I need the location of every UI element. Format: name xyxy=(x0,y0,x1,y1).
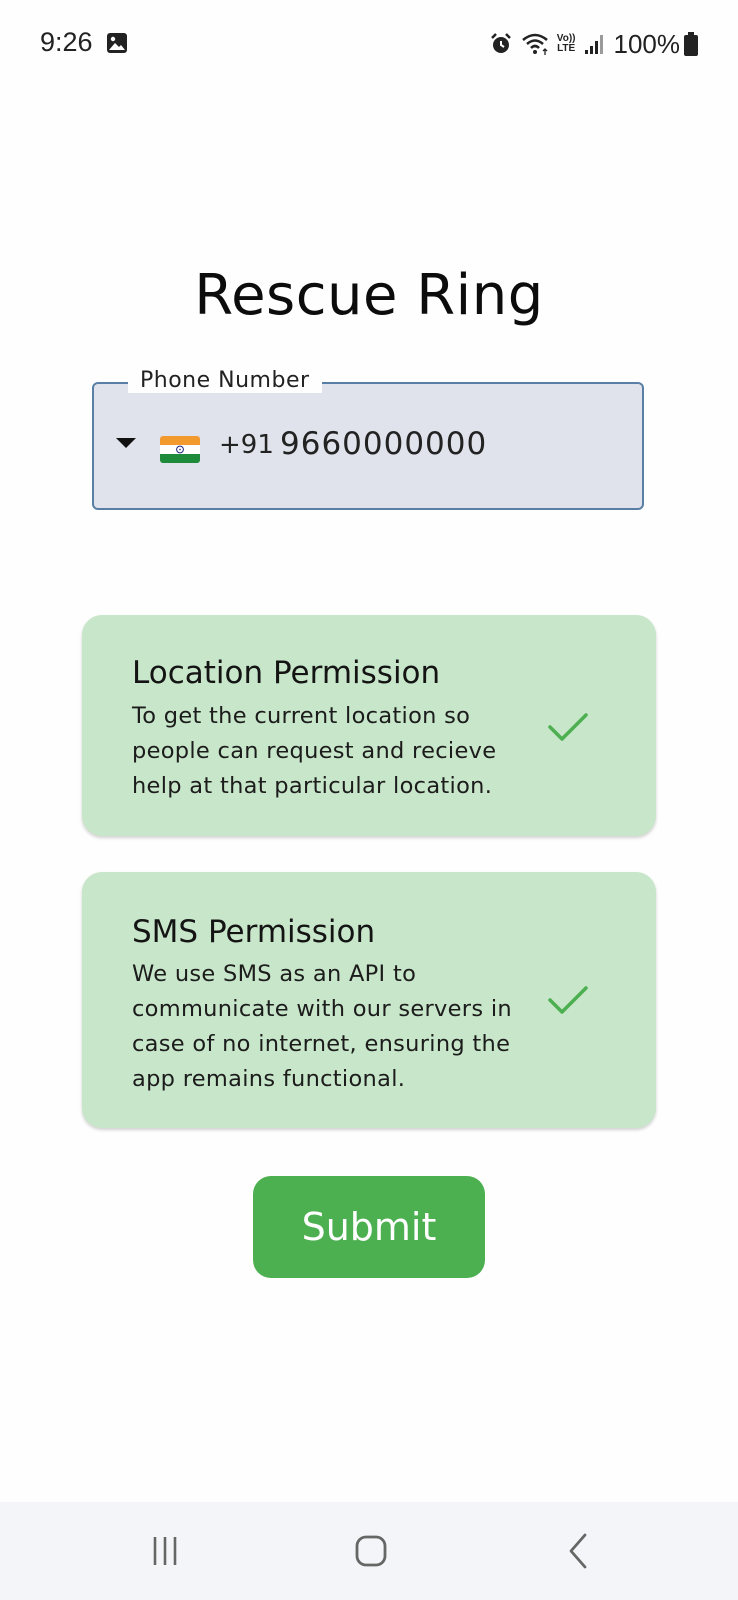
signal-icon xyxy=(584,35,603,54)
check-icon xyxy=(548,986,588,1014)
sms-permission-card[interactable]: SMS Permission We use SMS as an API to c… xyxy=(82,872,656,1128)
back-button[interactable] xyxy=(518,1502,638,1600)
status-time: 9:26 xyxy=(40,27,93,57)
phone-number-field[interactable]: Phone Number +91 9660000000 xyxy=(92,368,644,510)
home-icon xyxy=(355,1535,387,1567)
battery-icon xyxy=(684,32,698,56)
volte-bottom: LTE xyxy=(557,43,576,54)
alarm-icon xyxy=(490,33,511,53)
app-title: Rescue Ring xyxy=(194,263,544,328)
country-dropdown-caret-icon[interactable] xyxy=(116,438,136,448)
dial-code: +91 xyxy=(219,430,274,460)
status-icons: Vo)) LTE 100% xyxy=(481,27,698,61)
home-button[interactable] xyxy=(311,1502,431,1600)
recents-icon xyxy=(153,1537,177,1565)
wifi-icon xyxy=(521,33,548,55)
back-icon xyxy=(569,1533,587,1569)
sms-permission-description: We use SMS as an API to communicate with… xyxy=(132,961,512,1092)
gallery-icon xyxy=(107,33,127,53)
location-permission-card[interactable]: Location Permission To get the current l… xyxy=(82,615,656,836)
submit-button[interactable]: Submit xyxy=(253,1176,485,1278)
battery-percent: 100% xyxy=(613,28,681,59)
location-permission-title: Location Permission xyxy=(132,655,441,691)
screen: 9:26 Vo)) LTE 100% Rescue Ring Phone Num… xyxy=(0,0,738,1600)
recents-button[interactable] xyxy=(105,1502,225,1600)
status-bar: 9:26 Vo)) LTE 100% xyxy=(0,0,738,90)
location-permission-description: To get the current location so people ca… xyxy=(132,703,497,799)
volte-icon: Vo)) LTE xyxy=(557,34,576,54)
check-icon xyxy=(548,713,588,741)
navigation-bar xyxy=(0,1502,738,1600)
phone-number-input[interactable]: 9660000000 xyxy=(280,426,487,462)
india-flag-icon[interactable] xyxy=(160,436,200,463)
sms-permission-title: SMS Permission xyxy=(132,914,376,950)
phone-number-label: Phone Number xyxy=(128,368,322,393)
